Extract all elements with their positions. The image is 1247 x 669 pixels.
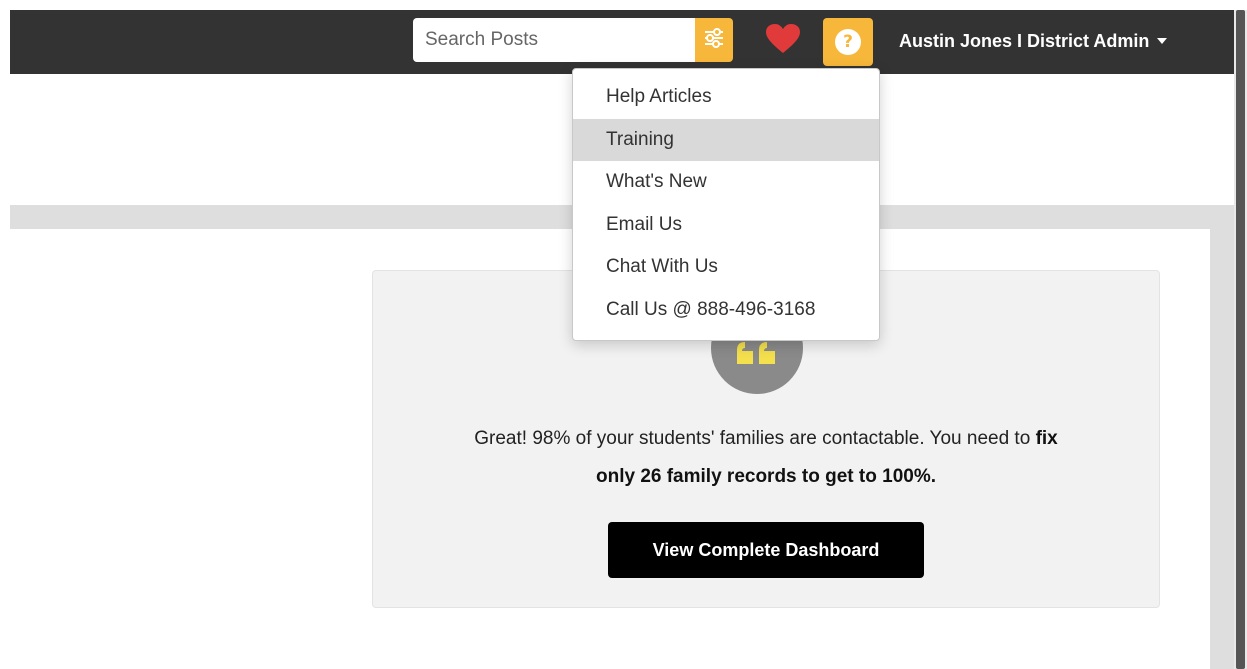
heart-icon bbox=[766, 23, 800, 59]
menu-item-email-us[interactable]: Email Us bbox=[573, 204, 879, 247]
user-name-label: Austin Jones I District Admin bbox=[899, 30, 1150, 51]
menu-item-whats-new[interactable]: What's New bbox=[573, 161, 879, 204]
menu-item-help-articles[interactable]: Help Articles bbox=[573, 76, 879, 119]
help-dropdown-menu: Help Articles Training What's New Email … bbox=[572, 68, 880, 341]
view-dashboard-button[interactable]: View Complete Dashboard bbox=[608, 522, 924, 578]
window-top-strip bbox=[0, 0, 1247, 10]
message-emphasis-records: only 26 family records bbox=[595, 466, 797, 487]
question-icon: ? bbox=[835, 29, 861, 55]
message-emphasis: fix bbox=[1035, 428, 1058, 449]
favorites-button[interactable] bbox=[765, 23, 801, 59]
top-navbar: ? Austin Jones I District Admin bbox=[10, 10, 1234, 74]
search-input[interactable] bbox=[413, 18, 695, 62]
scrollbar[interactable] bbox=[1234, 10, 1247, 669]
sliders-icon bbox=[703, 27, 725, 54]
caret-down-icon bbox=[1157, 38, 1168, 44]
help-button[interactable]: ? bbox=[823, 18, 873, 66]
search-filter-button[interactable] bbox=[695, 18, 733, 62]
search-bar bbox=[413, 18, 733, 62]
menu-item-call-us[interactable]: Call Us @ 888-496-3168 bbox=[573, 289, 879, 332]
view-dashboard-label: View Complete Dashboard bbox=[652, 539, 880, 560]
menu-item-chat-with-us[interactable]: Chat With Us bbox=[573, 246, 879, 289]
menu-item-training[interactable]: Training bbox=[573, 118, 879, 162]
user-menu[interactable]: Austin Jones I District Admin bbox=[899, 28, 1168, 54]
contactability-message: Great! 98% of your students' families ar… bbox=[390, 420, 1142, 496]
message-text: Great! 98% of your students' families ar… bbox=[474, 428, 1036, 449]
content-gutter bbox=[1210, 229, 1234, 669]
message-text-end: to get to 100%. bbox=[796, 466, 936, 487]
scrollbar-thumb[interactable] bbox=[1236, 10, 1245, 669]
